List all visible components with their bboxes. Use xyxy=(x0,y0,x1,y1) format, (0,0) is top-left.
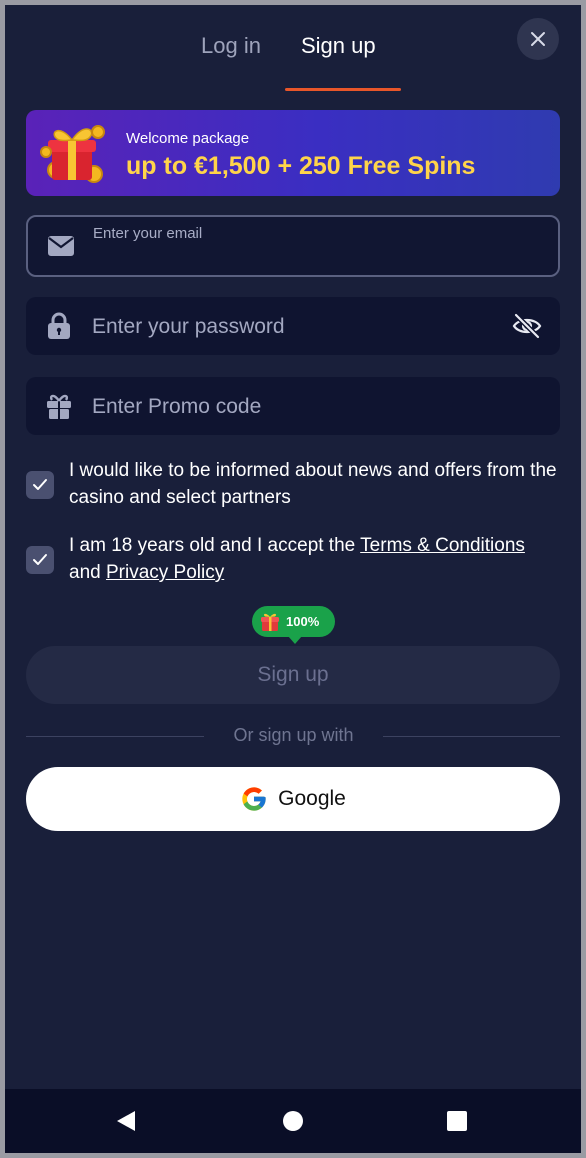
terms-link[interactable]: Terms & Conditions xyxy=(360,535,525,556)
nav-back-button[interactable] xyxy=(108,1103,144,1139)
google-button-label: Google xyxy=(278,787,346,810)
password-field[interactable] xyxy=(26,297,560,355)
close-button[interactable] xyxy=(517,18,559,60)
system-nav-bar xyxy=(5,1089,581,1153)
divider-line-right xyxy=(383,736,560,737)
promo-field[interactable] xyxy=(26,377,560,435)
divider-line-left xyxy=(26,736,204,737)
tab-signup[interactable]: Sign up xyxy=(301,33,376,59)
age-consent-checkbox[interactable] xyxy=(26,546,54,574)
email-input[interactable] xyxy=(92,245,496,277)
auth-tabs: Log in Sign up xyxy=(5,5,581,95)
signup-submit-button[interactable]: Sign up xyxy=(26,646,560,704)
password-input[interactable] xyxy=(90,311,494,343)
toggle-password-visibility[interactable] xyxy=(510,309,544,343)
nav-recents-button[interactable] xyxy=(439,1103,475,1139)
news-consent-text: I would like to be informed about news a… xyxy=(69,460,557,508)
checkmark-icon xyxy=(33,554,47,565)
lock-icon xyxy=(44,311,74,341)
news-consent-checkbox[interactable] xyxy=(26,471,54,499)
welcome-banner: Welcome package up to €1,500 + 250 Free … xyxy=(26,110,560,196)
gift-box-icon xyxy=(40,125,105,183)
recents-square-icon xyxy=(447,1111,467,1131)
tab-login[interactable]: Log in xyxy=(201,33,261,59)
back-triangle-icon xyxy=(117,1111,135,1131)
envelope-icon xyxy=(46,231,76,261)
age-consent-joiner: and xyxy=(69,562,101,583)
bonus-badge: 100% xyxy=(252,606,335,644)
promo-input[interactable] xyxy=(90,391,494,423)
privacy-policy-link[interactable]: Privacy Policy xyxy=(106,562,224,583)
gift-icon xyxy=(261,613,279,631)
age-consent-prefix: I am 18 years old and I accept the xyxy=(69,535,356,556)
signup-modal: Log in Sign up Welcome package up to €1,… xyxy=(5,5,581,1153)
email-label: Enter your email xyxy=(93,225,203,242)
banner-subtitle: Welcome package xyxy=(126,130,250,147)
bonus-percent: 100% xyxy=(286,614,320,629)
gift-icon xyxy=(44,391,74,421)
banner-headline: up to €1,500 + 250 Free Spins xyxy=(126,152,476,180)
eye-off-icon xyxy=(512,313,542,339)
nav-home-button[interactable] xyxy=(275,1103,311,1139)
checkmark-icon xyxy=(33,479,47,490)
email-field[interactable]: Enter your email xyxy=(26,215,560,277)
social-divider-text: Or sign up with xyxy=(233,725,354,745)
google-signup-button[interactable]: Google xyxy=(26,767,560,831)
active-tab-indicator xyxy=(285,88,401,91)
home-circle-icon xyxy=(283,1111,303,1131)
age-consent-text: I am 18 years old and I accept the Terms… xyxy=(69,532,559,586)
google-logo-icon xyxy=(242,787,266,811)
close-icon xyxy=(531,32,545,46)
